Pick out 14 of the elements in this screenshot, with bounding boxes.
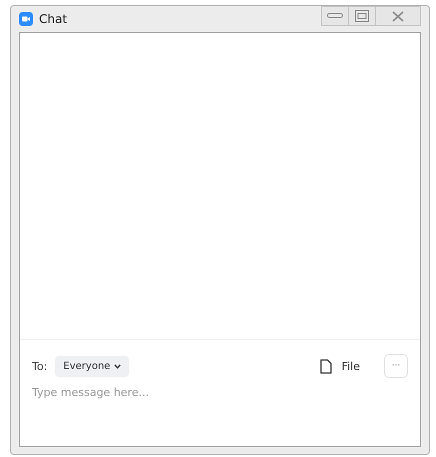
window-title: Chat bbox=[39, 12, 68, 26]
close-button[interactable] bbox=[375, 6, 421, 26]
more-button[interactable]: ··· bbox=[384, 354, 408, 378]
camera-icon bbox=[19, 12, 33, 26]
caret-icon bbox=[114, 364, 122, 368]
to-label: To: bbox=[32, 360, 48, 372]
maximize-button[interactable] bbox=[348, 6, 376, 26]
minimize-icon bbox=[327, 13, 343, 19]
file-button[interactable]: File bbox=[340, 360, 376, 372]
close-icon bbox=[392, 10, 404, 22]
minimize-button[interactable] bbox=[321, 6, 349, 26]
recipient-dropdown[interactable]: Everyone bbox=[55, 356, 130, 376]
file-icon bbox=[320, 358, 332, 374]
maximize-icon bbox=[355, 10, 369, 22]
